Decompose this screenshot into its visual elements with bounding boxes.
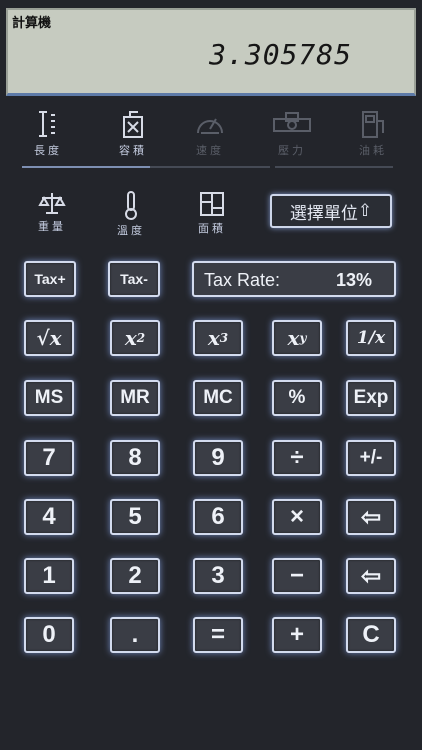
percent-button[interactable]: % — [272, 380, 322, 416]
divide-button[interactable]: ÷ — [272, 440, 322, 476]
digit-6-button[interactable]: 6 — [193, 499, 243, 535]
select-unit-button[interactable]: 選擇單位 ⇧ — [270, 194, 392, 228]
digit-9-button[interactable]: 9 — [193, 440, 243, 476]
arrow-up-icon: ⇧ — [357, 201, 373, 221]
square-button[interactable]: x2 — [110, 320, 160, 356]
clear-button[interactable]: C — [346, 617, 396, 653]
digit-0-button[interactable]: 0 — [24, 617, 74, 653]
cube-button[interactable]: x3 — [193, 320, 243, 356]
tab-temperature[interactable]: 溫度 — [95, 190, 167, 238]
tab-label: 重量 — [38, 220, 66, 233]
cube-exponent: 3 — [219, 331, 229, 345]
power-base: x — [287, 326, 300, 350]
equals-button[interactable]: = — [193, 617, 243, 653]
tax-rate-button[interactable]: Tax Rate: 13% — [192, 261, 396, 297]
tax-rate-label: Tax Rate: — [204, 270, 281, 290]
digit-7-button[interactable]: 7 — [24, 440, 74, 476]
tax-rate-value: 13% — [335, 270, 372, 290]
pressure-gauge-icon — [273, 112, 311, 132]
backspace-icon[interactable]: ⇦ — [346, 499, 396, 535]
speedometer-icon — [197, 118, 223, 134]
tab-speed[interactable]: 速度 — [174, 108, 246, 164]
digit-2-button[interactable]: 2 — [110, 558, 160, 594]
tab-divider — [150, 166, 270, 168]
tab-divider — [22, 166, 150, 168]
select-unit-label: 選擇單位 — [289, 203, 358, 224]
tab-area[interactable]: 面積 — [176, 190, 248, 238]
minus-button[interactable]: − — [272, 558, 322, 594]
power-exponent: y — [299, 331, 307, 345]
decimal-button[interactable]: . — [110, 617, 160, 653]
tab-label: 溫度 — [117, 224, 145, 237]
ms-button[interactable]: MS — [24, 380, 74, 416]
thermometer-icon — [125, 191, 137, 220]
tab-label: 容積 — [119, 144, 147, 157]
plus-minus-button[interactable]: +/- — [346, 440, 396, 476]
cube-base: x — [207, 326, 220, 350]
tab-label: 長度 — [34, 144, 62, 157]
digit-3-button[interactable]: 3 — [193, 558, 243, 594]
scale-icon — [38, 193, 66, 214]
tab-fuel[interactable]: 油耗 — [337, 108, 409, 164]
digit-1-button[interactable]: 1 — [24, 558, 74, 594]
tab-volume[interactable]: 容積 — [97, 108, 169, 164]
tab-length[interactable]: 長度 — [12, 108, 84, 164]
mr-button[interactable]: MR — [110, 380, 160, 416]
square-exponent: 2 — [136, 331, 146, 345]
display-value: 3.305785 — [209, 38, 352, 71]
exp-button[interactable]: Exp — [346, 380, 396, 416]
ruler-icon — [39, 111, 55, 137]
tab-pressure[interactable]: 壓力 — [256, 108, 328, 164]
tab-weight[interactable]: 重量 — [16, 190, 88, 238]
tab-label: 壓力 — [278, 144, 306, 157]
digit-5-button[interactable]: 5 — [110, 499, 160, 535]
tab-divider — [275, 166, 393, 168]
digit-8-button[interactable]: 8 — [110, 440, 160, 476]
fuel-can-icon — [123, 111, 143, 138]
unit-category-tabs: 長度 容積 速度 壓力 油耗 — [0, 108, 422, 168]
tax-minus-button[interactable]: Tax- — [108, 261, 160, 297]
mc-button[interactable]: MC — [193, 380, 243, 416]
power-button[interactable]: xy — [272, 320, 322, 356]
square-base: x — [124, 326, 137, 350]
sqrt-button[interactable]: √x — [24, 320, 74, 356]
app-title: 計算機 — [12, 16, 52, 31]
digit-4-button[interactable]: 4 — [24, 499, 74, 535]
area-grid-icon — [200, 192, 224, 216]
tab-label: 油耗 — [359, 144, 387, 157]
fuel-pump-icon — [362, 111, 384, 138]
lcd-display: 計算機 3.305785 — [6, 8, 416, 96]
tab-label: 速度 — [196, 144, 224, 157]
tab-label: 面積 — [198, 222, 226, 235]
reciprocal-button[interactable]: 1/x — [346, 320, 396, 356]
backspace-icon[interactable]: ⇦ — [346, 558, 396, 594]
plus-button[interactable]: + — [272, 617, 322, 653]
tax-plus-button[interactable]: Tax+ — [24, 261, 76, 297]
multiply-button[interactable]: × — [272, 499, 322, 535]
